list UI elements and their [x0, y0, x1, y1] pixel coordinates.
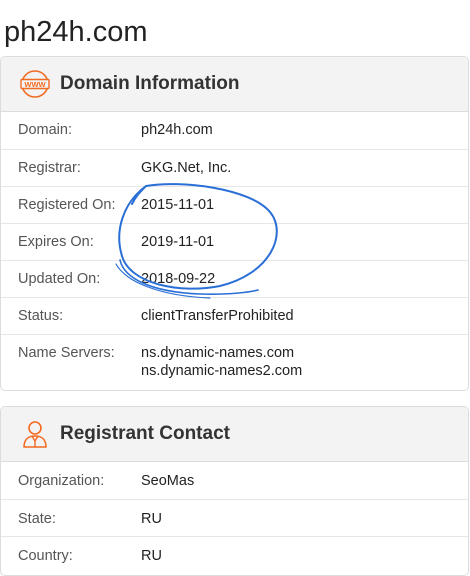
name-server: ns.dynamic-names.com — [141, 345, 295, 361]
row-label: Domain: — [18, 122, 72, 138]
table-row: Updated On: 2018-09-22 — [1, 260, 468, 297]
row-value: 2019-11-01 — [141, 234, 215, 250]
row-label: Registered On: — [18, 197, 116, 213]
row-label: Name Servers: — [18, 345, 115, 361]
table-row: Status: clientTransferProhibited — [1, 297, 468, 334]
domain-information-card: WWW Domain Information Domain: ph24h.com… — [0, 56, 469, 391]
domain-info-table: Domain: ph24h.com Registrar: GKG.Net, In… — [1, 112, 468, 390]
row-value: RU — [141, 511, 162, 527]
row-label: Registrar: — [18, 160, 81, 176]
table-row: Registrar: GKG.Net, Inc. — [1, 149, 468, 186]
row-value: clientTransferProhibited — [141, 308, 294, 324]
person-icon — [19, 418, 51, 450]
table-row: Country: RU — [1, 536, 468, 573]
page-title: ph24h.com — [4, 16, 148, 48]
row-label: Updated On: — [18, 271, 101, 287]
row-value: SeoMas — [141, 473, 195, 489]
table-row: State: RU — [1, 499, 468, 536]
row-value: 2018-09-22 — [141, 271, 216, 287]
row-label: Status: — [18, 308, 64, 324]
card-title: Registrant Contact — [60, 423, 230, 444]
table-row: Expires On: 2019-11-01 — [1, 223, 468, 260]
row-value: 2015-11-01 — [141, 197, 215, 213]
row-value: RU — [141, 548, 162, 564]
table-row: Registered On: 2015-11-01 — [1, 186, 468, 223]
registrant-contact-header: Registrant Contact — [1, 407, 468, 462]
row-value: GKG.Net, Inc. — [141, 160, 232, 176]
card-title: Domain Information — [60, 73, 240, 94]
table-row: Domain: ph24h.com — [1, 112, 468, 149]
registrant-contact-card: Registrant Contact Organization: SeoMas … — [0, 406, 469, 576]
table-row: Organization: SeoMas — [1, 462, 468, 499]
row-label: Organization: — [18, 473, 105, 489]
row-value: ph24h.com — [141, 122, 213, 138]
svg-text:WWW: WWW — [24, 80, 46, 89]
name-server: ns.dynamic-names2.com — [141, 363, 303, 379]
row-label: Country: — [18, 548, 73, 564]
domain-information-header: WWW Domain Information — [1, 57, 468, 112]
www-icon: WWW — [19, 68, 51, 100]
name-servers-value: ns.dynamic-names.com ns.dynamic-names2.c… — [141, 344, 303, 390]
table-row-name-servers: Name Servers: ns.dynamic-names.com ns.dy… — [1, 334, 468, 390]
row-label: Expires On: — [18, 234, 94, 250]
row-label: State: — [18, 511, 56, 527]
registrant-table: Organization: SeoMas State: RU Country: … — [1, 462, 468, 573]
